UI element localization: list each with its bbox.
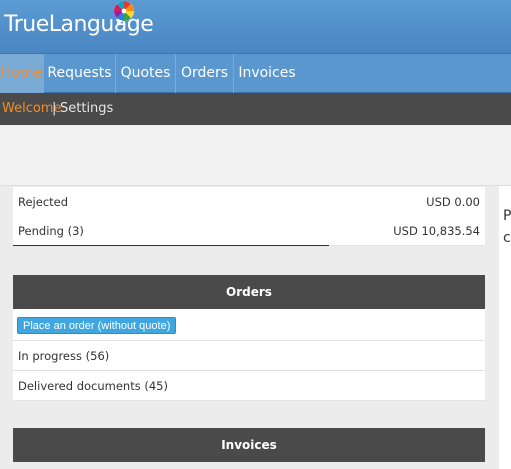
quote-row-label[interactable]: Pending (3)	[18, 216, 84, 246]
subnav-settings[interactable]: Settings	[60, 93, 113, 125]
quote-row-value: USD 0.00	[426, 195, 480, 209]
quote-row-pending[interactable]: Pending (3) USD 10,835.54	[13, 216, 485, 246]
main-nav: Home Requests Quotes Orders Invoices	[0, 54, 511, 93]
right-edge-text-1: P	[503, 208, 511, 224]
logo-pinwheel-icon	[114, 1, 134, 27]
pending-underline	[13, 245, 329, 246]
right-column-edge: P c	[499, 186, 511, 469]
invoices-panel-title: Invoices	[13, 428, 485, 462]
tab-requests[interactable]: Requests	[44, 54, 116, 93]
quote-row-value: USD 10,835.54	[393, 224, 480, 238]
orders-action-row: Place an order (without quote)	[13, 309, 485, 341]
quote-row-label[interactable]: Rejected	[18, 187, 68, 217]
tab-invoices[interactable]: Invoices	[234, 54, 300, 93]
place-order-button[interactable]: Place an order (without quote)	[17, 317, 177, 334]
tab-quotes[interactable]: Quotes	[116, 54, 176, 93]
tab-home[interactable]: Home	[0, 54, 44, 93]
orders-panel-title: Orders	[13, 275, 485, 309]
orders-row-in-progress[interactable]: In progress (56)	[13, 341, 485, 371]
quote-row-rejected[interactable]: Rejected USD 0.00	[13, 187, 485, 217]
tab-orders[interactable]: Orders	[176, 54, 234, 93]
right-edge-text-2: c	[503, 230, 511, 246]
app-header: TrueLanguage	[0, 0, 511, 54]
subnav-separator: |	[52, 101, 57, 116]
sub-nav: Welcome | Settings	[0, 93, 511, 125]
toolbar-band	[0, 125, 511, 186]
orders-row-label[interactable]: Delivered documents (45)	[18, 371, 168, 401]
orders-row-delivered[interactable]: Delivered documents (45)	[13, 371, 485, 401]
orders-row-label[interactable]: In progress (56)	[18, 341, 109, 371]
